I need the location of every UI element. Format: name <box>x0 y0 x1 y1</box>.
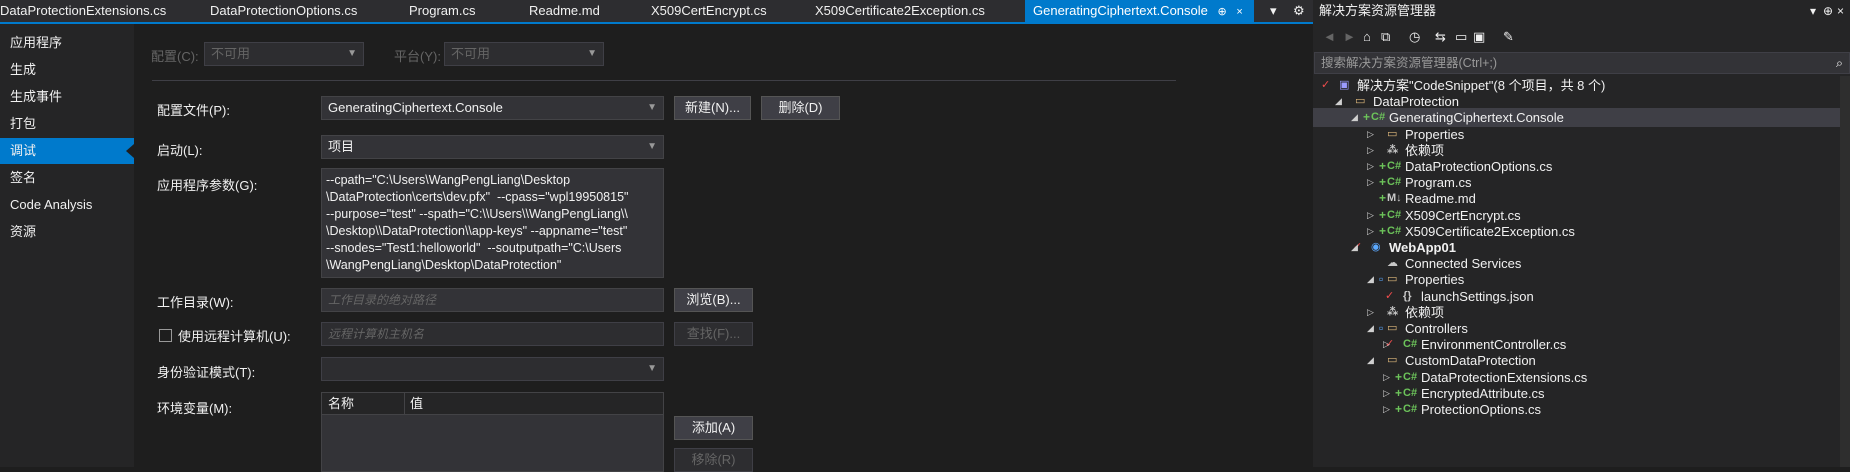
property-page-nav: 应用程序 生成 生成事件 打包 调试 签名 Code Analysis 资源 <box>0 24 134 467</box>
solution-explorer-title: 解决方案资源管理器 ▾ ⊕ × <box>1313 0 1850 22</box>
settings-gear-icon[interactable]: ⚙ <box>1293 0 1305 22</box>
nav-item-signing[interactable]: 签名 <box>0 165 134 191</box>
tab-generatingciphertext-console[interactable]: GeneratingCiphertext.Console ⊕ × <box>1025 0 1254 22</box>
working-dir-input[interactable]: 工作目录的绝对路径 <box>321 288 664 312</box>
nav-item-build-events[interactable]: 生成事件 <box>0 84 134 110</box>
delete-profile-button[interactable]: 删除(D) <box>761 96 840 120</box>
chevron-down-icon: ▼ <box>647 141 657 152</box>
nav-item-debug[interactable]: 调试 <box>0 138 134 164</box>
profile-dropdown[interactable]: GeneratingCiphertext.Console ▼ <box>321 96 664 120</box>
launch-value: 项目 <box>328 139 355 154</box>
search-icon: ⌕ <box>1835 56 1843 70</box>
env-vars-grid[interactable]: 名称 值 <box>321 392 664 472</box>
config-dropdown: 不可用 ▼ <box>204 42 364 66</box>
solution-explorer-search[interactable]: 搜索解决方案资源管理器(Ctrl+;) ⌕ <box>1314 52 1850 74</box>
chevron-down-icon: ▼ <box>647 102 657 113</box>
auth-mode-label: 身份验证模式(T): <box>157 365 256 380</box>
forward-icon[interactable]: ► <box>1343 29 1356 44</box>
profile-value: GeneratingCiphertext.Console <box>328 100 503 115</box>
solution-explorer: 解决方案资源管理器 ▾ ⊕ × ◄ ► ⌂ ⧉ ◷ ⇆ ▭ ▣ ✎ 搜索解决方案… <box>1313 0 1850 467</box>
nav-item-resources[interactable]: 资源 <box>0 219 134 245</box>
platform-value: 不可用 <box>451 46 491 61</box>
remote-machine-checkbox[interactable] <box>159 329 172 342</box>
config-label: 配置(C): <box>151 49 199 64</box>
search-placeholder: 搜索解决方案资源管理器(Ctrl+;) <box>1321 56 1498 70</box>
nav-item-application[interactable]: 应用程序 <box>0 30 134 56</box>
debug-property-page: 配置(C): 不可用 ▼ 平台(Y): 不可用 ▼ <box>134 24 1313 467</box>
tree-node[interactable]: ▷ + C# ProtectionOptions.cs <box>1313 400 1850 419</box>
env-vars-label: 环境变量(M): <box>157 401 233 416</box>
new-profile-button[interactable]: 新建(N)... <box>674 96 751 120</box>
solution-views-icon[interactable]: ⧉ <box>1381 29 1390 45</box>
solution-explorer-title-text: 解决方案资源管理器 <box>1319 3 1437 18</box>
pin-icon[interactable]: ⊕ <box>1218 6 1227 18</box>
expand-arrow-icon[interactable]: ▷ <box>1383 400 1390 419</box>
profile-label: 配置文件(P): <box>157 103 230 118</box>
properties-icon[interactable]: ✎ <box>1503 29 1514 45</box>
nav-item-build[interactable]: 生成 <box>0 57 134 83</box>
collapse-all-icon[interactable]: ▭ <box>1455 29 1467 45</box>
platform-label: 平台(Y): <box>394 49 441 64</box>
csharp-file-icon: C# <box>1403 403 1418 415</box>
chevron-down-icon: ▼ <box>647 363 657 374</box>
solution-explorer-toolbar: ◄ ► ⌂ ⧉ ◷ ⇆ ▭ ▣ ✎ <box>1313 26 1850 50</box>
env-grid-header: 名称 值 <box>322 393 663 415</box>
nav-item-code-analysis[interactable]: Code Analysis <box>0 192 134 218</box>
close-icon[interactable]: × <box>1236 6 1242 18</box>
app-args-label: 应用程序参数(G): <box>157 178 258 193</box>
solution-tree: ✓ ▣ 解决方案"CodeSnippet"(8 个项目，共 8 个) ◢ ▭ DataPr… <box>1313 76 1850 467</box>
config-value: 不可用 <box>211 46 251 61</box>
app-args-textarea[interactable]: --cpath="C:\Users\WangPengLiang\Desktop … <box>321 168 664 278</box>
find-button: 查找(F)... <box>674 322 753 346</box>
pin-icon[interactable]: ⊕ <box>1823 0 1833 22</box>
browse-button[interactable]: 浏览(B)... <box>674 288 753 312</box>
tab-label: GeneratingCiphertext.Console <box>1033 3 1208 18</box>
document-tab-strip: DataProtectionExtensions.cs DataProtecti… <box>0 0 1313 22</box>
remote-machine-label: 使用远程计算机(U): <box>178 329 291 344</box>
tab-x509certificate2exception[interactable]: X509Certificate2Exception.cs <box>815 0 985 22</box>
close-icon[interactable]: × <box>1837 0 1844 22</box>
added-file-icon: + <box>1395 402 1403 416</box>
tab-dataprotectionoptions[interactable]: DataProtectionOptions.cs <box>210 0 357 22</box>
sync-icon[interactable]: ⇆ <box>1435 29 1446 45</box>
tree-node-label: ProtectionOptions.cs <box>1421 402 1541 417</box>
working-dir-label: 工作目录(W): <box>157 295 234 310</box>
env-col-divider <box>404 393 405 415</box>
tab-overflow-icon[interactable]: ▾ <box>1270 0 1277 22</box>
auth-mode-dropdown: ▼ <box>321 357 664 381</box>
pending-changes-icon[interactable]: ◷ <box>1409 29 1420 45</box>
tab-x509certencrypt[interactable]: X509CertEncrypt.cs <box>651 0 767 22</box>
chevron-down-icon: ▼ <box>587 48 597 59</box>
remote-machine-input: 远程计算机主机名 <box>321 322 664 346</box>
tab-readme[interactable]: Readme.md <box>529 0 600 22</box>
dropdown-icon[interactable]: ▾ <box>1810 0 1816 22</box>
launch-label: 启动(L): <box>157 143 203 158</box>
env-col-value: 值 <box>410 396 424 411</box>
add-env-button[interactable]: 添加(A) <box>674 416 753 440</box>
show-all-files-icon[interactable]: ▣ <box>1473 29 1485 45</box>
chevron-down-icon: ▼ <box>347 48 357 59</box>
back-icon[interactable]: ◄ <box>1323 29 1336 44</box>
config-separator <box>152 80 1176 81</box>
nav-item-package[interactable]: 打包 <box>0 111 134 137</box>
platform-dropdown: 不可用 ▼ <box>444 42 604 66</box>
remove-env-button: 移除(R) <box>674 448 753 472</box>
solution-explorer-scrollbar[interactable] <box>1840 76 1850 467</box>
env-col-name: 名称 <box>328 396 355 411</box>
launch-dropdown[interactable]: 项目 ▼ <box>321 135 664 159</box>
tab-dataprotectionextensions[interactable]: DataProtectionExtensions.cs <box>0 0 166 22</box>
tab-program[interactable]: Program.cs <box>409 0 475 22</box>
home-icon[interactable]: ⌂ <box>1363 29 1371 44</box>
